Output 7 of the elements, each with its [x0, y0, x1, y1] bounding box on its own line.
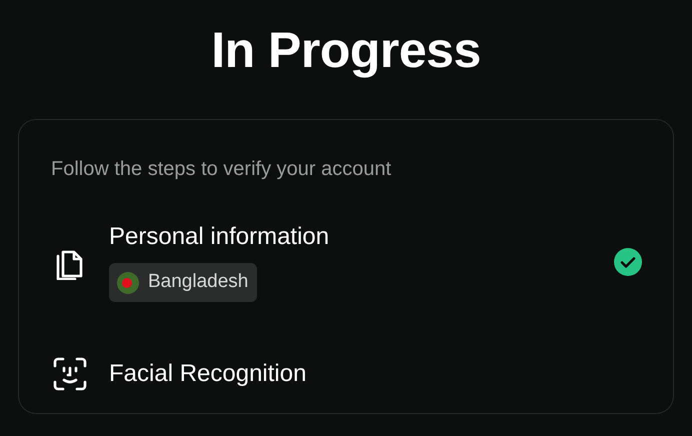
step-title: Personal information — [109, 222, 330, 252]
card-subtitle: Follow the steps to verify your account — [51, 157, 392, 182]
flag-icon — [117, 272, 139, 294]
face-scan-icon — [53, 356, 87, 392]
step-title: Facial Recognition — [109, 359, 306, 389]
country-chip: Bangladesh — [109, 263, 258, 302]
page-title: In Progress — [210, 21, 482, 80]
